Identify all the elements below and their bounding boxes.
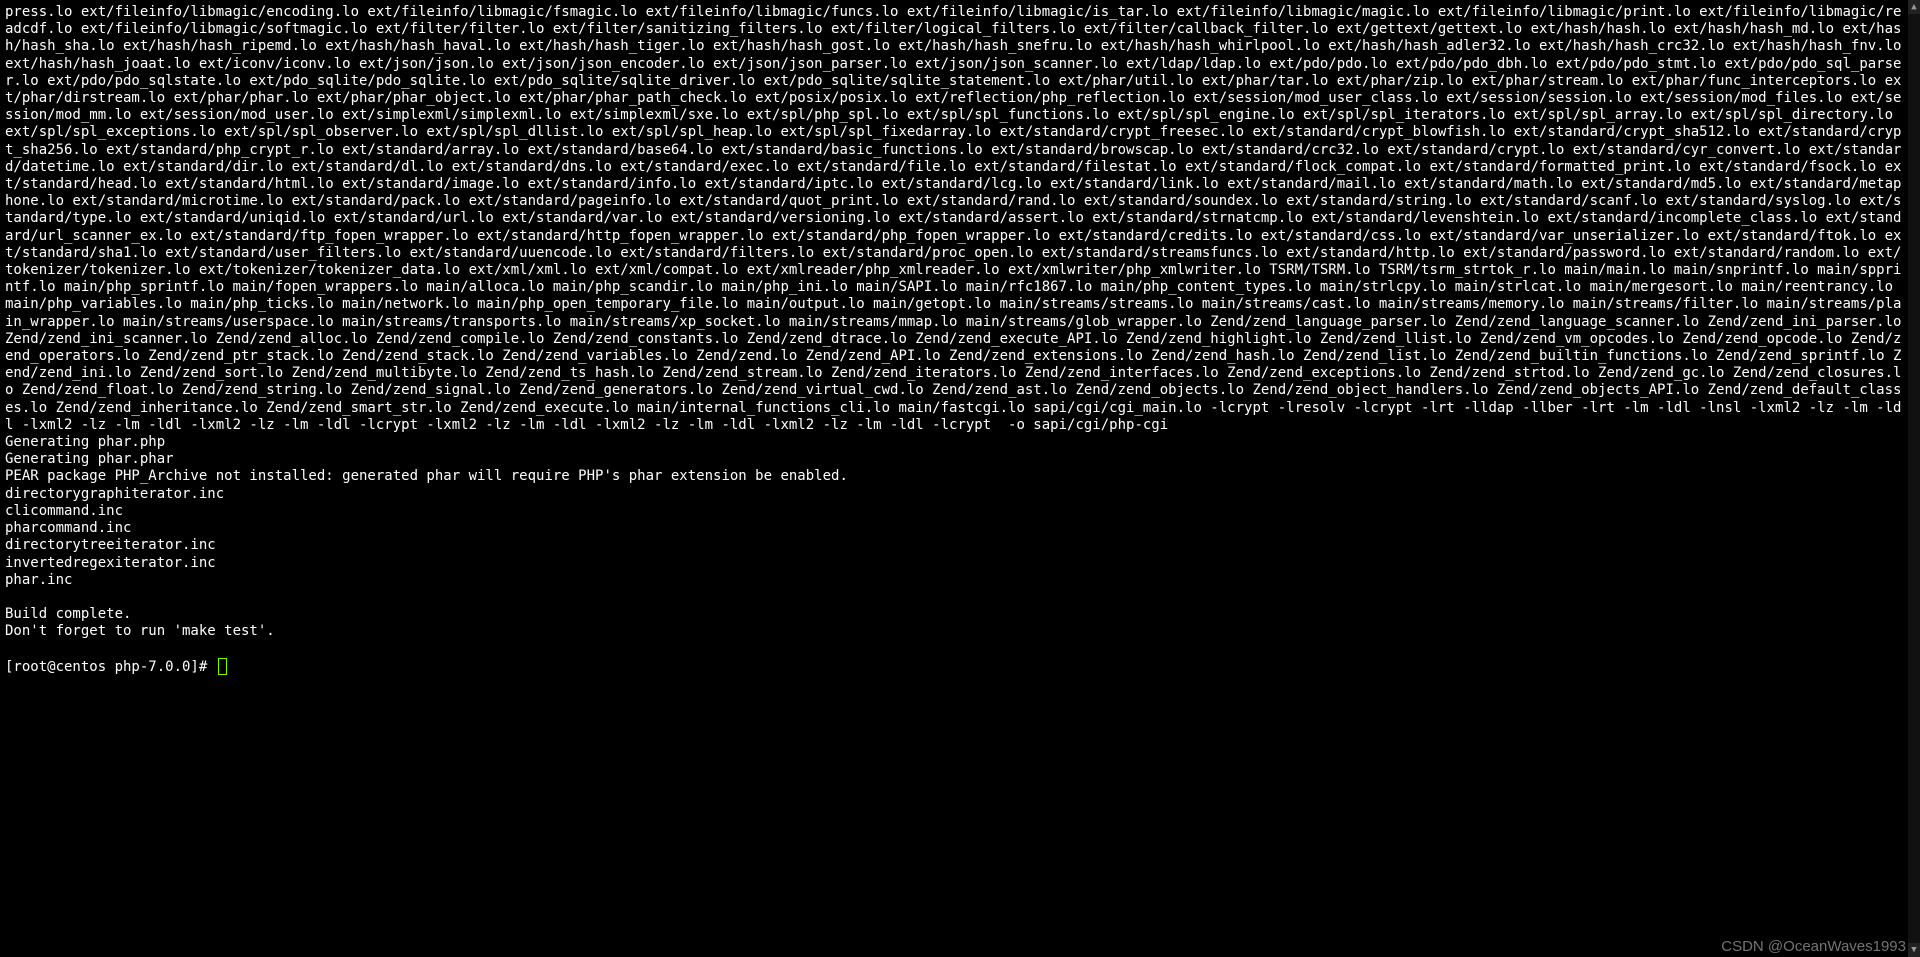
compile-output: press.lo ext/fileinfo/libmagic/encoding.… [5, 4, 1910, 433]
scrollbar[interactable]: ▲ ▼ [1908, 0, 1920, 957]
pear-warning: PEAR package PHP_Archive not installed: … [5, 468, 848, 484]
make-test-hint: Don't forget to run 'make test'. [5, 623, 275, 639]
cursor-icon[interactable] [218, 658, 227, 675]
inc-file-5: invertedregexiterator.inc [5, 555, 216, 571]
scrollbar-track[interactable] [1908, 14, 1920, 943]
inc-file-3: pharcommand.inc [5, 520, 131, 536]
scroll-down-icon[interactable]: ▼ [1908, 943, 1920, 957]
shell-prompt: [root@centos php-7.0.0]# [5, 659, 216, 675]
inc-file-2: clicommand.inc [5, 503, 123, 519]
terminal-viewport[interactable]: press.lo ext/fileinfo/libmagic/encoding.… [0, 0, 1908, 957]
inc-file-4: directorytreeiterator.inc [5, 537, 216, 553]
inc-file-6: phar.inc [5, 572, 72, 588]
inc-file-1: directorygraphiterator.inc [5, 486, 224, 502]
build-complete: Build complete. [5, 606, 131, 622]
gen-phar-phar: Generating phar.phar [5, 451, 174, 467]
scroll-up-icon[interactable]: ▲ [1908, 0, 1920, 14]
gen-phar-php: Generating phar.php [5, 434, 165, 450]
